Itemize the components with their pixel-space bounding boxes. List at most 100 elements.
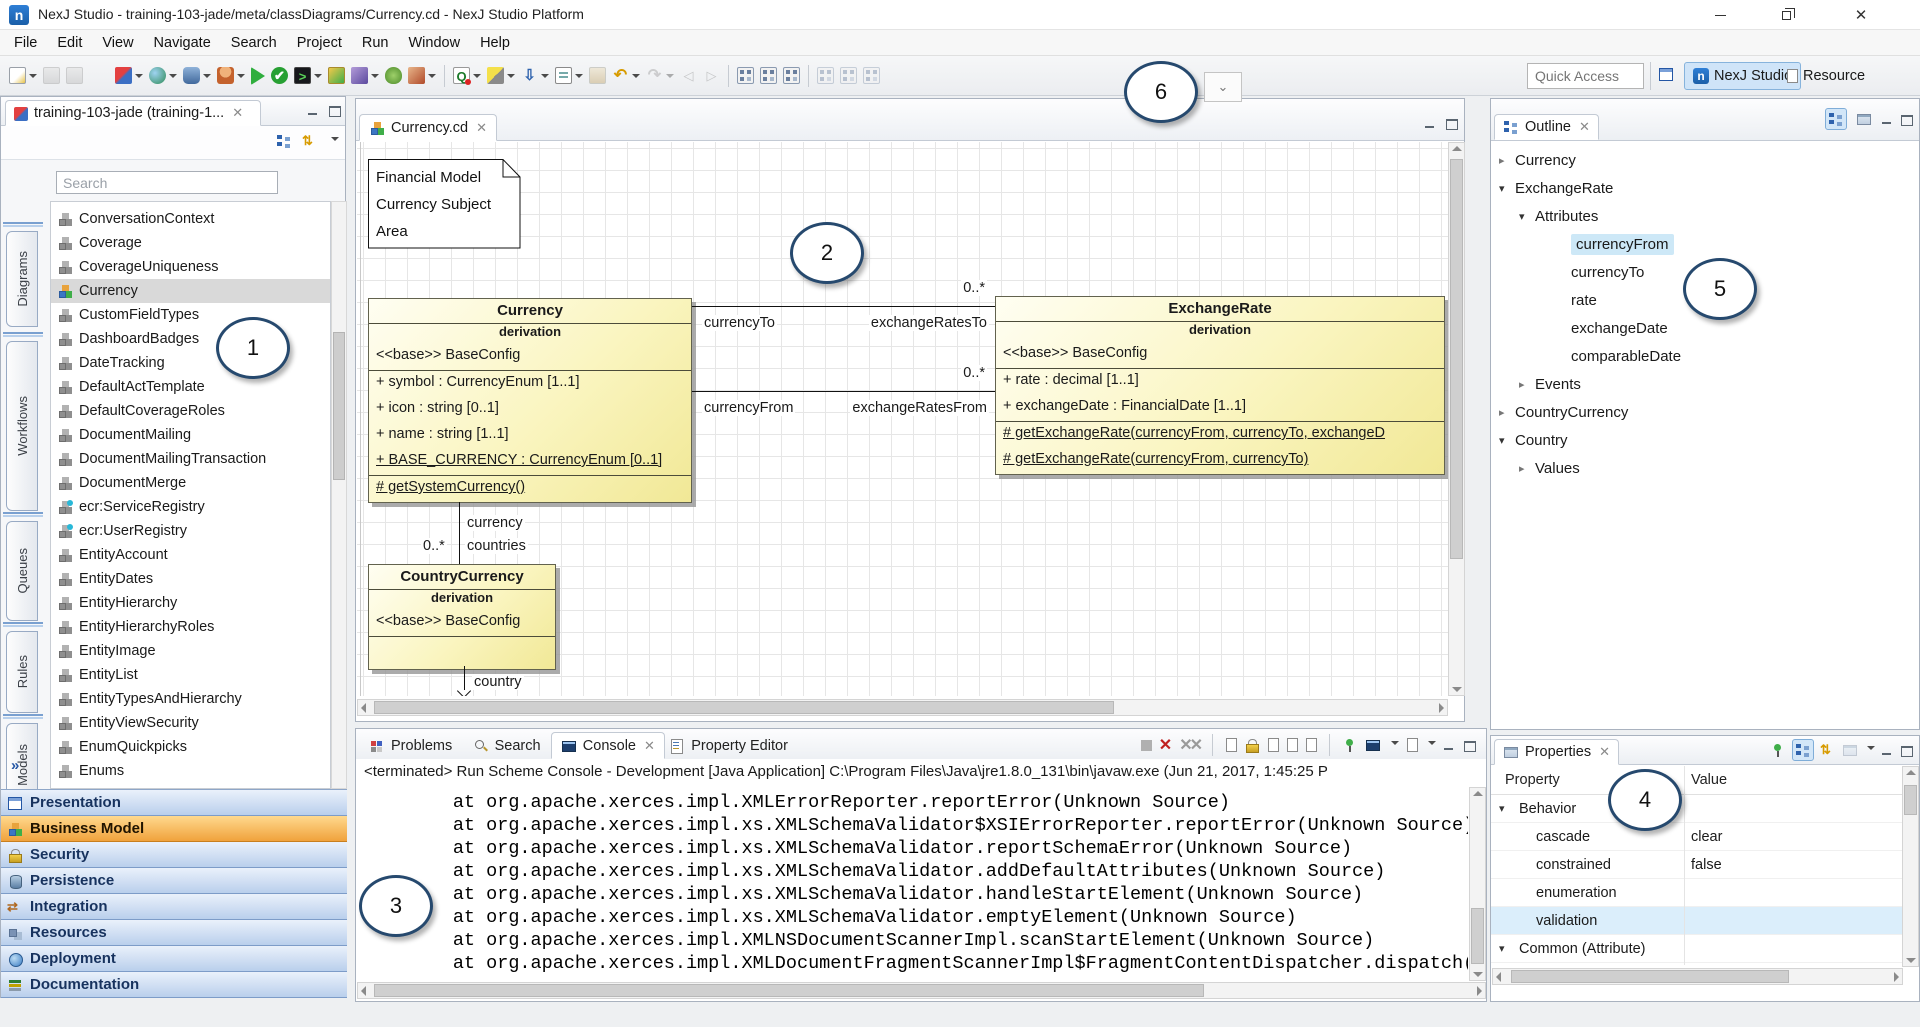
property-row-common-attribute[interactable]: ▾Common (Attribute)	[1491, 935, 1902, 963]
class-exchangerate[interactable]: ExchangeRatederivation<<base>> BaseConfi…	[995, 296, 1445, 475]
maximize-panel-icon[interactable]	[328, 105, 341, 116]
role-label-countries[interactable]: countries	[465, 538, 528, 554]
list-item-enums[interactable]: Enums	[51, 759, 330, 783]
list-item-customfieldtypes[interactable]: CustomFieldTypes	[51, 303, 330, 327]
show-stderr-icon[interactable]	[1305, 737, 1317, 753]
list-item-defaultacttemplate[interactable]: DefaultActTemplate	[51, 375, 330, 399]
multiplicity-label[interactable]: 0..*	[961, 365, 987, 381]
outline-node-country[interactable]: ▾Country	[1499, 426, 1568, 454]
navigator-tab[interactable]: training-103-jade (training-1... ✕	[5, 100, 261, 126]
section-business-model[interactable]: Business Model	[1, 816, 347, 842]
open-console-menu-icon[interactable]	[1428, 741, 1436, 749]
list-item-enumquickpicks[interactable]: EnumQuickpicks	[51, 735, 330, 759]
run-icon[interactable]	[249, 63, 267, 89]
tab-console[interactable]: Console✕	[551, 732, 665, 759]
view-menu-icon[interactable]	[1867, 746, 1875, 754]
minimize-panel-icon[interactable]	[307, 105, 320, 116]
dropdown-arrow-icon[interactable]	[371, 74, 379, 82]
word-wrap-icon[interactable]	[1267, 737, 1279, 753]
maximize-console-icon[interactable]	[1463, 740, 1476, 751]
window-minimize-button[interactable]	[1691, 0, 1749, 30]
close-icon[interactable]: ✕	[1579, 119, 1590, 135]
class-currency[interactable]: Currencyderivation<<base>> BaseConfig+ s…	[368, 298, 692, 503]
maximize-editor-icon[interactable]	[1445, 118, 1458, 129]
role-label-exchangeratesto[interactable]: exchangeRatesTo	[869, 315, 989, 331]
terminate-icon[interactable]	[1141, 740, 1152, 751]
scroll-lock-icon[interactable]	[1244, 737, 1260, 753]
chevron-right-icon[interactable]: ▸	[1519, 378, 1535, 391]
minimal-console-icon[interactable]: >	[292, 63, 324, 89]
association-line-currency-from[interactable]	[692, 391, 995, 392]
dropdown-arrow-icon[interactable]	[135, 74, 143, 82]
package-icon[interactable]	[406, 63, 438, 89]
model-icon[interactable]	[113, 63, 145, 89]
navigator-search-input[interactable]	[56, 171, 278, 194]
list-item-entitylist[interactable]: EntityList	[51, 663, 330, 687]
close-icon[interactable]: ✕	[232, 105, 243, 121]
toolbar-overflow-chevron[interactable]: ⌄	[1204, 72, 1242, 102]
role-label-exchangeratesfrom[interactable]: exchangeRatesFrom	[850, 400, 989, 416]
pin-console-icon[interactable]	[1342, 737, 1358, 753]
sort-icon[interactable]: ⇅	[302, 133, 318, 149]
layout-horizontal-icon[interactable]	[735, 63, 756, 89]
class-countrycurrency[interactable]: CountryCurrencyderivation<<base>> BaseCo…	[368, 564, 556, 670]
chevron-right-icon[interactable]: ▸	[1499, 406, 1515, 419]
window-close-button[interactable]: ✕	[1832, 0, 1890, 30]
outline-node-events[interactable]: ▸Events	[1519, 370, 1581, 398]
menu-edit[interactable]: Edit	[47, 32, 92, 54]
attribute[interactable]: + symbol : CurrencyEnum [1..1]	[369, 371, 691, 397]
list-item-entityaccount[interactable]: EntityAccount	[51, 543, 330, 567]
query-icon[interactable]: Q	[451, 63, 483, 89]
bug-icon[interactable]	[383, 63, 404, 89]
console-horizontal-scrollbar[interactable]	[357, 982, 1486, 999]
outline-node-exchangedate[interactable]: exchangeDate	[1555, 314, 1668, 342]
operation[interactable]: # getSystemCurrency()	[369, 476, 691, 502]
list-item-entityhierarchyroles[interactable]: EntityHierarchyRoles	[51, 615, 330, 639]
list-item-defaultcoverageroles[interactable]: DefaultCoverageRoles	[51, 399, 330, 423]
multiplicity-label[interactable]: 0..*	[421, 538, 447, 554]
section-persistence[interactable]: Persistence	[1, 868, 347, 894]
navigator-scrollbar[interactable]	[331, 201, 347, 789]
dropdown-arrow-icon[interactable]	[575, 74, 583, 82]
console-output[interactable]: at org.apache.xerces.impl.XMLErrorReport…	[356, 787, 1468, 981]
outline-node-currency[interactable]: ▸Currency	[1499, 146, 1576, 174]
list-item-documentmailingtransaction[interactable]: DocumentMailingTransaction	[51, 447, 330, 471]
section-resources[interactable]: Resources	[1, 920, 347, 946]
menu-project[interactable]: Project	[287, 32, 352, 54]
run-as-user-icon[interactable]	[215, 63, 247, 89]
property-row-behavior[interactable]: ▾Behavior	[1491, 795, 1902, 823]
window-restore-button[interactable]	[1757, 0, 1815, 30]
menu-search[interactable]: Search	[221, 32, 287, 54]
tab-problems[interactable]: Problems	[360, 732, 461, 759]
maximize-outline-icon[interactable]	[1900, 114, 1913, 125]
minimize-properties-icon[interactable]	[1881, 745, 1894, 756]
list-item-currency[interactable]: Currency	[51, 279, 330, 303]
column-property[interactable]: Property	[1505, 772, 1560, 788]
role-label-country[interactable]: country	[472, 674, 524, 690]
close-icon[interactable]: ✕	[476, 120, 487, 136]
menu-file[interactable]: File	[4, 32, 47, 54]
section-security[interactable]: Security	[1, 842, 347, 868]
menu-navigate[interactable]: Navigate	[144, 32, 221, 54]
section-deployment[interactable]: Deployment	[1, 946, 347, 972]
list-item-entityhierarchy[interactable]: EntityHierarchy	[51, 591, 330, 615]
remove-all-launches-icon[interactable]: ✕✕	[1179, 735, 1200, 755]
menu-help[interactable]: Help	[470, 32, 520, 54]
dropdown-arrow-icon[interactable]	[541, 74, 549, 82]
dropdown-arrow-icon[interactable]	[428, 74, 436, 82]
category-tab-rules[interactable]: Rules	[6, 631, 38, 713]
category-tab-workflows[interactable]: Workflows	[6, 341, 38, 511]
attribute[interactable]: + BASE_CURRENCY : CurrencyEnum [0..1]	[369, 449, 691, 475]
quick-access-input[interactable]	[1527, 63, 1644, 89]
property-row-cascade[interactable]: cascadeclear	[1491, 823, 1902, 851]
view-menu-icon[interactable]	[331, 137, 339, 145]
role-label-currencyfrom[interactable]: currencyFrom	[702, 400, 795, 416]
open-console-icon[interactable]	[1406, 737, 1418, 753]
match-icon[interactable]	[485, 63, 517, 89]
new-wizard-icon[interactable]	[7, 63, 39, 89]
template-icon[interactable]	[553, 63, 585, 89]
column-divider[interactable]	[1684, 766, 1685, 965]
operation[interactable]: # getExchangeRate(currencyFrom, currency…	[996, 448, 1444, 474]
list-item-documentmerge[interactable]: DocumentMerge	[51, 471, 330, 495]
association-line-countries[interactable]	[459, 502, 460, 564]
